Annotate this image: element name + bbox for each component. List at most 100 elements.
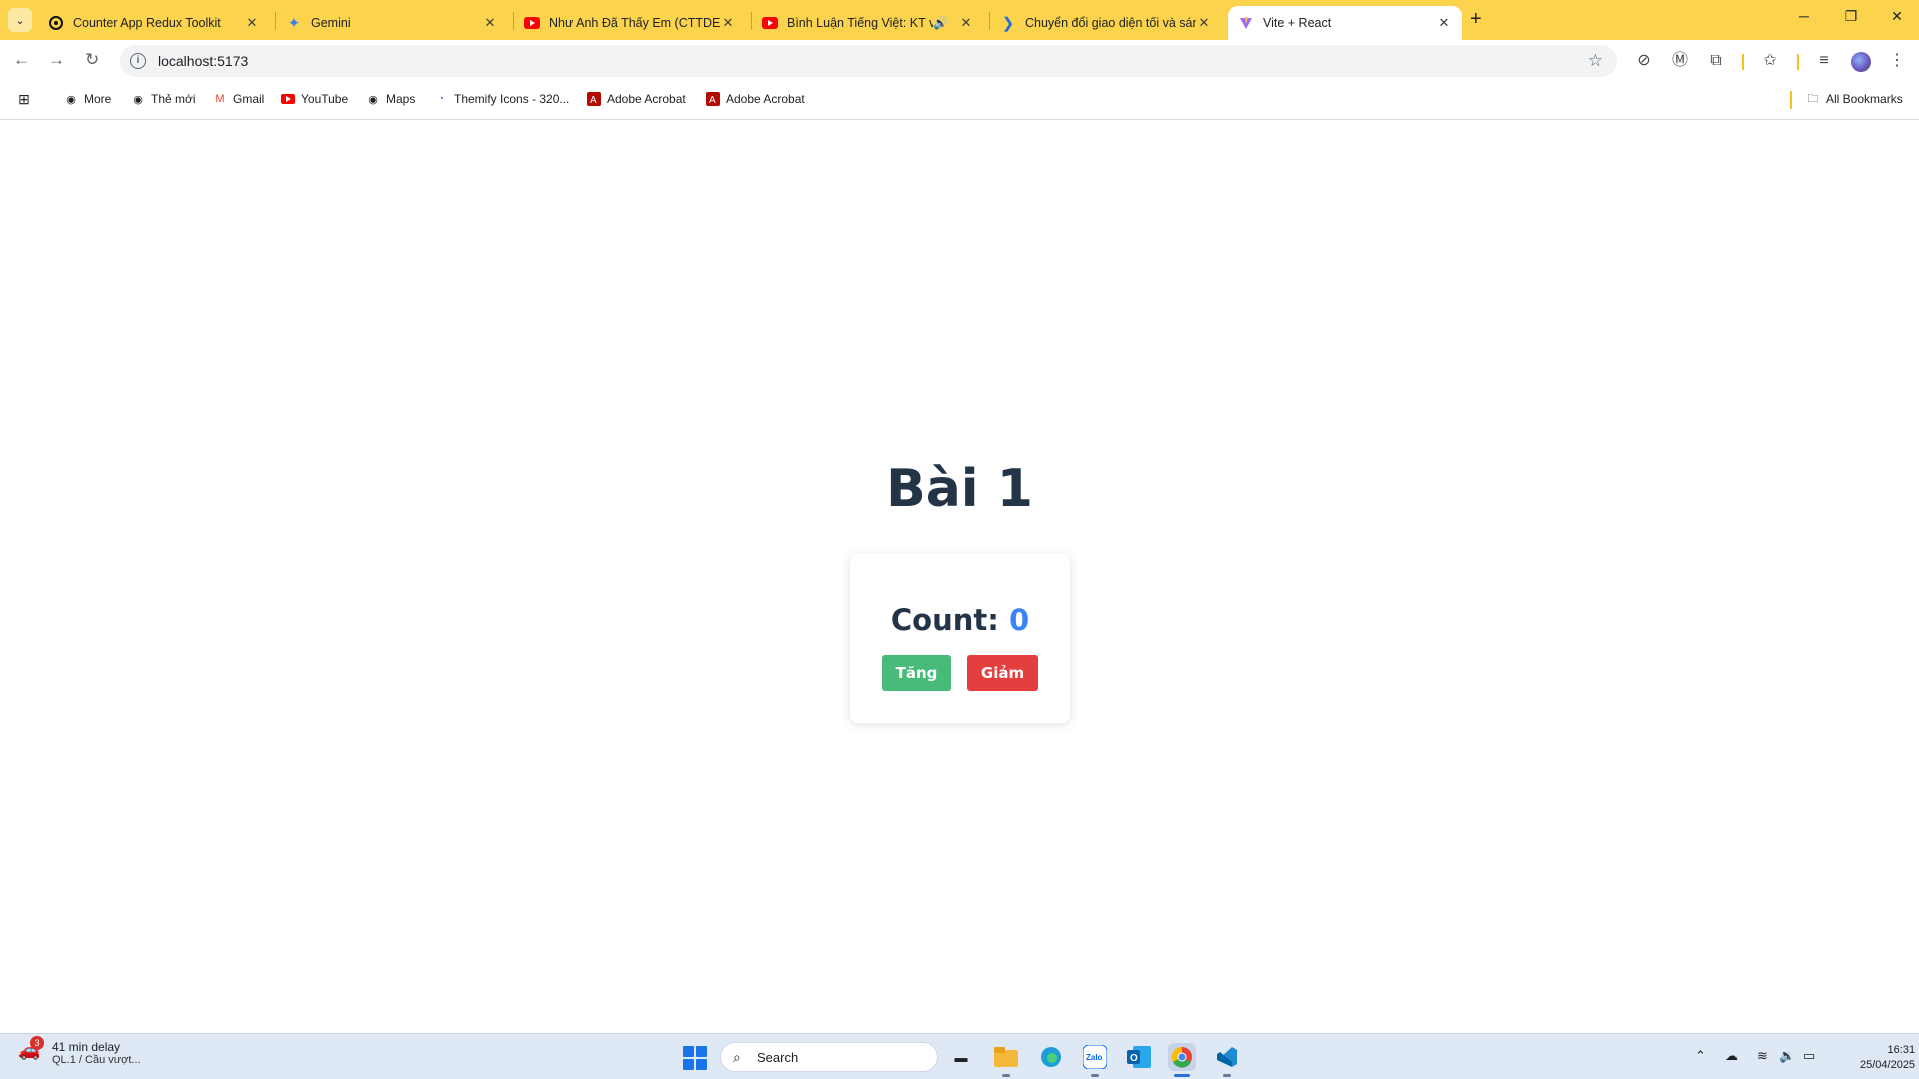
extensions-puzzle-icon[interactable]: ⧉ <box>1707 52 1725 70</box>
search-placeholder: Search <box>757 1050 799 1065</box>
zalo-icon[interactable]: Zalo <box>1081 1043 1109 1071</box>
bookmark-acrobat-2[interactable]: A Adobe Acrobat <box>706 92 805 106</box>
bookmark-the-moi[interactable]: ◉ Thẻ mới <box>131 92 195 106</box>
site-info-icon[interactable]: i <box>130 53 146 69</box>
minimize-icon[interactable]: ─ <box>1794 8 1814 24</box>
bookmark-more[interactable]: ◉ More <box>64 92 111 106</box>
close-icon[interactable]: ✕ <box>958 15 974 31</box>
increase-button[interactable]: Tăng <box>882 655 951 691</box>
globe-icon: ◉ <box>133 93 143 106</box>
close-icon[interactable]: ✕ <box>1436 15 1452 31</box>
restore-icon[interactable]: ❐ <box>1841 8 1861 25</box>
url-text[interactable]: localhost:5173 <box>158 53 248 69</box>
globe-icon: ◉ <box>368 93 378 106</box>
file-explorer-icon[interactable] <box>992 1043 1020 1071</box>
bookmark-label: Adobe Acrobat <box>726 92 805 106</box>
apps-grid-icon[interactable]: ⊞ <box>17 91 37 107</box>
profile-avatar[interactable] <box>1851 52 1871 72</box>
folder-icon: 🗀 <box>1807 92 1819 105</box>
bookmarks-divider <box>1790 91 1792 109</box>
close-icon[interactable]: ✕ <box>482 15 498 31</box>
close-icon[interactable]: ✕ <box>720 15 736 31</box>
menu-kebab-icon[interactable]: ⋮ <box>1888 52 1906 70</box>
youtube-icon <box>281 92 295 106</box>
speaker-icon[interactable]: 🔊 <box>933 16 948 30</box>
clock-date: 25/04/2025 <box>1860 1059 1916 1071</box>
gmail-icon: M <box>215 93 225 105</box>
tab-title: Như Anh Đã Thấy Em (CTTDE2) <box>549 16 720 30</box>
chrome-icon[interactable] <box>1168 1043 1196 1071</box>
window-close-icon[interactable]: ✕ <box>1887 8 1907 25</box>
count-label: Count: <box>890 603 999 637</box>
tab-vite-react[interactable]: Vite + React ✕ <box>1228 6 1462 40</box>
close-icon[interactable]: ✕ <box>1196 15 1212 31</box>
youtube-icon <box>762 15 778 31</box>
count-value: 0 <box>1008 603 1030 637</box>
vscode-icon: ❯ <box>1001 15 1015 32</box>
reload-icon[interactable]: ↻ <box>85 50 99 70</box>
tab-search-button[interactable]: ⌄ <box>8 8 32 32</box>
decrease-button[interactable]: Giảm <box>967 655 1038 691</box>
bookmark-acrobat-1[interactable]: A Adobe Acrobat <box>587 92 686 106</box>
back-arrow-icon[interactable]: ← <box>13 50 30 70</box>
search-icon: ⌕ <box>733 1049 741 1065</box>
tab-title: Chuyển đổi giao diện tối và sán <box>1025 16 1196 30</box>
running-indicator <box>1223 1074 1231 1077</box>
tab-gemini[interactable]: ✦ Gemini ✕ <box>276 6 508 40</box>
close-icon[interactable]: ✕ <box>244 15 260 31</box>
bookmarks-bar: ⊞ ◉ More ◉ Thẻ mới M Gmail YouTube ◉ Maps ◔ T… <box>0 82 1919 120</box>
wifi-icon[interactable]: ≋ <box>1757 1048 1768 1064</box>
chevron-down-icon: ⌄ <box>15 14 25 27</box>
address-bar[interactable]: i localhost:5173 ☆ <box>120 45 1617 77</box>
running-indicator <box>1091 1074 1099 1077</box>
traffic-badge: 3 <box>30 1036 44 1050</box>
svg-text:A: A <box>709 95 716 106</box>
media-controls-icon[interactable]: ≡ <box>1815 52 1833 70</box>
battery-icon[interactable]: ▭ <box>1803 1048 1815 1064</box>
traffic-subtitle: QL.1 / Cầu vượt... <box>52 1054 141 1066</box>
vscode-icon[interactable] <box>1213 1043 1241 1071</box>
outlook-icon[interactable]: O <box>1125 1043 1153 1071</box>
all-bookmarks-folder[interactable]: 🗀 All Bookmarks <box>1806 92 1903 106</box>
tab-counter-app[interactable]: Counter App Redux Toolkit ✕ <box>38 6 270 40</box>
chevron-up-icon[interactable]: ⌃ <box>1695 1048 1706 1064</box>
svg-text:A: A <box>590 95 597 106</box>
tab-title: Gemini <box>311 16 351 30</box>
new-tab-plus-icon[interactable]: + <box>1470 8 1482 31</box>
themify-icon: ◔ <box>437 93 445 105</box>
bookmark-maps[interactable]: ◉ Maps <box>366 92 415 106</box>
svg-text:O: O <box>1130 1053 1138 1064</box>
counter-card: Count: 0 Tăng Giảm <box>850 553 1070 723</box>
bookmark-themify[interactable]: ◔ Themify Icons - 320... <box>434 92 570 106</box>
tab-youtube-1[interactable]: Như Anh Đã Thấy Em (CTTDE2) ✕ <box>514 6 746 40</box>
tab-vscode-chat[interactable]: ❯ Chuyển đổi giao diện tối và sán ✕ <box>990 6 1222 40</box>
system-clock[interactable]: 16:31 25/04/2025 <box>1860 1043 1915 1073</box>
svg-text:Zalo: Zalo <box>1086 1053 1103 1062</box>
bookmark-gmail[interactable]: M Gmail <box>213 92 264 106</box>
bookmark-label: Gmail <box>233 92 265 106</box>
bookmark-youtube[interactable]: YouTube <box>281 92 348 106</box>
vite-icon <box>1238 15 1254 31</box>
onedrive-cloud-icon[interactable]: ☁ <box>1725 1048 1738 1064</box>
forward-arrow-icon[interactable]: → <box>48 50 65 70</box>
taskbar-search[interactable]: ⌕ Search <box>720 1042 938 1072</box>
page-title: Bài 1 <box>886 459 1033 519</box>
browser-toolbar: ← → ↻ i localhost:5173 ☆ ⊘ Ⓜ ⧉ ✩ ≡ ⋮ <box>0 40 1919 82</box>
task-view-icon[interactable]: ▬ <box>947 1043 975 1071</box>
compass-icon[interactable]: ⊘ <box>1635 52 1653 70</box>
tab-youtube-2[interactable]: Bình Luận Tiếng Việt: KT vs 🔊 ✕ <box>752 6 984 40</box>
running-indicator <box>1002 1074 1010 1077</box>
bookmark-star-icon[interactable]: ☆ <box>1588 51 1603 71</box>
traffic-widget[interactable]: 🚗 3 41 min delay QL.1 / Cầu vượt... <box>18 1036 141 1066</box>
acrobat-icon: A <box>706 92 720 106</box>
active-indicator <box>1174 1074 1190 1077</box>
edge-icon[interactable] <box>1037 1043 1065 1071</box>
bookmarks-star-icon[interactable]: ✩ <box>1761 52 1779 70</box>
page-viewport: Bài 1 Count: 0 Tăng Giảm <box>0 121 1919 1033</box>
extension-m-icon[interactable]: Ⓜ <box>1671 52 1689 70</box>
clock-time: 16:31 <box>1887 1044 1916 1056</box>
volume-icon[interactable]: 🔉 <box>1779 1048 1795 1064</box>
car-icon: 🚗 3 <box>18 1036 44 1066</box>
windows-start-icon[interactable] <box>683 1046 707 1070</box>
count-display: Count: 0 <box>850 603 1070 637</box>
